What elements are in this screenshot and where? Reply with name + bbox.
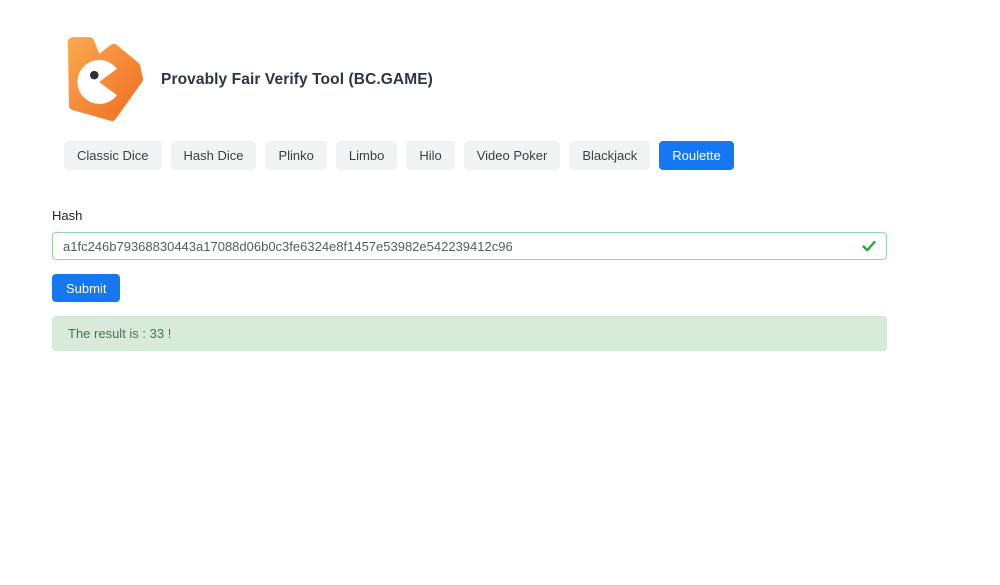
result-alert: The result is : 33 ! xyxy=(52,316,887,351)
tab-blackjack[interactable]: Blackjack xyxy=(569,141,650,170)
tab-video-poker[interactable]: Video Poker xyxy=(464,141,561,170)
game-tabs: Classic Dice Hash Dice Plinko Limbo Hilo Vide… xyxy=(64,141,1000,170)
tab-roulette[interactable]: Roulette xyxy=(659,141,733,170)
hash-input[interactable] xyxy=(52,232,887,260)
tab-classic-dice[interactable]: Classic Dice xyxy=(64,141,162,170)
header: Provably Fair Verify Tool (BC.GAME) xyxy=(0,0,1000,124)
tab-limbo[interactable]: Limbo xyxy=(336,141,397,170)
bcgame-logo-icon xyxy=(65,36,143,124)
submit-button[interactable]: Submit xyxy=(52,274,120,302)
tab-hilo[interactable]: Hilo xyxy=(406,141,454,170)
result-message: The result is : 33 ! xyxy=(68,326,171,341)
hash-input-wrap xyxy=(52,232,887,260)
verify-form: Hash Submit The result is : 33 ! xyxy=(52,208,887,351)
page: Provably Fair Verify Tool (BC.GAME) Clas… xyxy=(0,0,1000,585)
page-title: Provably Fair Verify Tool (BC.GAME) xyxy=(161,71,433,89)
tab-hash-dice[interactable]: Hash Dice xyxy=(171,141,257,170)
tab-plinko[interactable]: Plinko xyxy=(265,141,326,170)
hash-label: Hash xyxy=(52,208,887,223)
logo-eye-dot xyxy=(90,71,99,80)
